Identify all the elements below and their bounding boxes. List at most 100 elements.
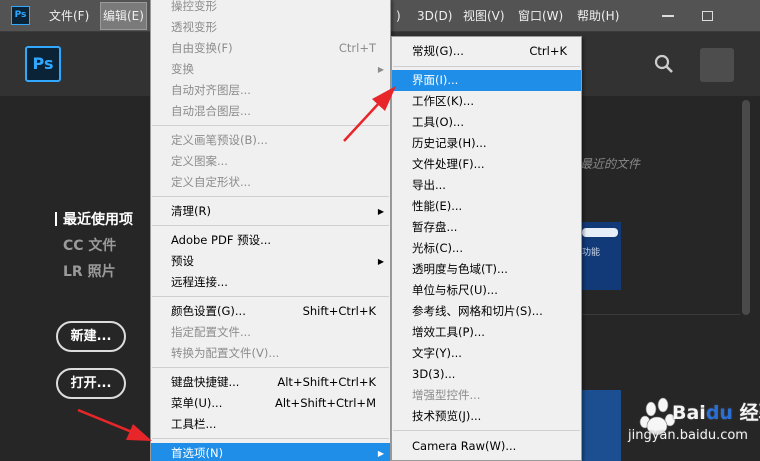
- pref-menu-item[interactable]: 3D(3)...: [392, 364, 581, 385]
- pref-menu-item-label: 参考线、网格和切片(S)...: [412, 304, 543, 318]
- nav-recent[interactable]: 最近使用项: [55, 209, 133, 229]
- scrollbar[interactable]: [742, 100, 750, 315]
- nav-lr-photos[interactable]: LR 照片: [63, 261, 116, 281]
- maximize-icon: [701, 11, 713, 21]
- pref-menu-item-shortcut: Ctrl+K: [529, 44, 567, 58]
- pref-menu-item-label: 3D(3)...: [412, 367, 456, 381]
- pref-menu-item[interactable]: 工作区(K)...: [392, 91, 581, 112]
- edit-menu-item[interactable]: 颜色设置(G)... Shift+Ctrl+K: [151, 301, 390, 322]
- new-button[interactable]: 新建...: [56, 321, 126, 352]
- edit-menu-item-label: 变换: [171, 62, 194, 76]
- pref-menu-item-label: 单位与标尺(U)...: [412, 283, 498, 297]
- pref-menu-item-label: 增强型控件...: [412, 388, 481, 402]
- pref-menu-item-label: 导出...: [412, 178, 446, 192]
- menu-separator: [152, 125, 389, 126]
- edit-menu-item[interactable]: 清理(R) ▶: [151, 201, 390, 222]
- submenu-arrow-icon: ▶: [377, 207, 384, 216]
- menu-separator: [152, 196, 389, 197]
- edit-menu-item-label: 定义画笔预设(B)...: [171, 133, 268, 147]
- edit-menu-item-label: 清理(R): [171, 204, 211, 218]
- edit-menu-item-label: 远程连接...: [171, 275, 228, 289]
- menu-separator: [152, 225, 389, 226]
- pref-menu-item[interactable]: 常规(G)... Ctrl+K: [392, 41, 581, 62]
- menu-3d[interactable]: 3D(D): [417, 0, 452, 32]
- edit-menu-item-label: 首选项(N): [171, 446, 224, 460]
- edit-menu-item: 自由变换(F) Ctrl+T: [151, 38, 390, 59]
- pref-menu-item[interactable]: 文件处理(F)...: [392, 154, 581, 175]
- edit-menu-item[interactable]: Adobe PDF 预设...: [151, 230, 390, 251]
- pref-menu-item[interactable]: 界面(I)...: [392, 70, 581, 91]
- pref-menu-item-label: 文字(Y)...: [412, 346, 462, 360]
- menu-partial-item[interactable]: ): [396, 0, 401, 32]
- pref-menu-item[interactable]: 工具(O)...: [392, 112, 581, 133]
- thumbnail-label: 功能: [582, 248, 601, 258]
- pref-menu-item[interactable]: 历史记录(H)...: [392, 133, 581, 154]
- edit-menu-item: 自动对齐图层...: [151, 80, 390, 101]
- pref-menu-item-label: 性能(E)...: [412, 199, 463, 213]
- edit-menu-item[interactable]: 首选项(N) ▶: [151, 443, 390, 461]
- pref-menu-item-label: 光标(C)...: [412, 241, 463, 255]
- minimize-icon: [662, 15, 674, 17]
- edit-menu-item-label: Adobe PDF 预设...: [171, 233, 272, 247]
- pref-menu-item: 增强型控件...: [392, 385, 581, 406]
- edit-menu-item-label: 转换为配置文件(V)...: [171, 346, 280, 360]
- edit-menu-item[interactable]: 工具栏...: [151, 414, 390, 435]
- menu-separator: [152, 438, 389, 439]
- edit-menu-item-label: 自由变换(F): [171, 41, 233, 55]
- user-avatar[interactable]: [700, 48, 734, 82]
- menu-file[interactable]: 文件(F): [49, 0, 89, 32]
- minimize-button[interactable]: [649, 0, 687, 32]
- pref-menu-item-label: 文件处理(F)...: [412, 157, 485, 171]
- edit-menu-item: 转换为配置文件(V)...: [151, 343, 390, 364]
- edit-menu-item[interactable]: 远程连接...: [151, 272, 390, 293]
- pref-menu-item[interactable]: 性能(E)...: [392, 196, 581, 217]
- pref-menu-item[interactable]: 参考线、网格和切片(S)...: [392, 301, 581, 322]
- pref-menu-item[interactable]: 透明度与色域(T)...: [392, 259, 581, 280]
- maximize-button[interactable]: [688, 0, 726, 32]
- watermark-brand-latin: Bai: [672, 402, 706, 424]
- photoshop-app-icon[interactable]: Ps: [11, 6, 30, 25]
- edit-menu-item-label: 自动对齐图层...: [171, 83, 251, 97]
- edit-menu-item[interactable]: 菜单(U)... Alt+Shift+Ctrl+M: [151, 393, 390, 414]
- thumbnail-logo: [582, 228, 618, 237]
- edit-menu-item[interactable]: 预设 ▶: [151, 251, 390, 272]
- pref-menu-item[interactable]: 单位与标尺(U)...: [392, 280, 581, 301]
- edit-menu-item: 定义图案...: [151, 151, 390, 172]
- menu-separator: [393, 430, 580, 431]
- pref-menu-item-label: 技术预览(J)...: [412, 409, 482, 423]
- pref-menu-item[interactable]: 文字(Y)...: [392, 343, 581, 364]
- photoshop-logo: Ps: [25, 46, 61, 82]
- edit-dropdown-menu: 操控变形 透视变形 自由变换(F) Ctrl+T 变换 ▶ 自动对齐图层... 自动混合图层.…: [150, 0, 391, 461]
- edit-menu-item: 定义画笔预设(B)...: [151, 130, 390, 151]
- watermark-brand-cn: 经验: [739, 402, 760, 424]
- edit-menu-item[interactable]: 键盘快捷键... Alt+Shift+Ctrl+K: [151, 372, 390, 393]
- pref-menu-item[interactable]: Camera Raw(W)...: [392, 436, 581, 457]
- nav-cc-files[interactable]: CC 文件: [63, 235, 116, 255]
- pref-menu-item-label: 历史记录(H)...: [412, 136, 487, 150]
- pref-menu-item[interactable]: 光标(C)...: [392, 238, 581, 259]
- edit-menu-item-label: 操控变形: [171, 0, 217, 13]
- recent-divider: [580, 314, 740, 315]
- pref-menu-item[interactable]: 技术预览(J)...: [392, 406, 581, 427]
- menu-edit[interactable]: 编辑(E): [100, 2, 147, 30]
- pref-menu-item[interactable]: 增效工具(P)...: [392, 322, 581, 343]
- edit-menu-item-label: 透视变形: [171, 20, 217, 34]
- menu-help[interactable]: 帮助(H): [577, 0, 619, 32]
- watermark-brand: Baidu 经验: [672, 398, 760, 425]
- pref-menu-item[interactable]: 导出...: [392, 175, 581, 196]
- menu-view[interactable]: 视图(V): [463, 0, 505, 32]
- edit-menu-item-shortcut: Shift+Ctrl+K: [302, 304, 376, 318]
- pref-menu-item-label: 工具(O)...: [412, 115, 464, 129]
- watermark-url: jingyan.baidu.com: [628, 428, 748, 443]
- annotation-arrow-to-preferences: [77, 408, 152, 441]
- edit-menu-item: 变换 ▶: [151, 59, 390, 80]
- pref-menu-item-label: 暂存盘...: [412, 220, 458, 234]
- pref-menu-item[interactable]: 暂存盘...: [392, 217, 581, 238]
- menu-window[interactable]: 窗口(W): [518, 0, 563, 32]
- search-icon[interactable]: [654, 54, 674, 74]
- open-button[interactable]: 打开...: [56, 368, 126, 399]
- edit-menu-item-label: 定义自定形状...: [171, 175, 251, 189]
- edit-menu-item: 操控变形: [151, 0, 390, 17]
- menu-separator: [393, 66, 580, 67]
- menu-separator: [152, 367, 389, 368]
